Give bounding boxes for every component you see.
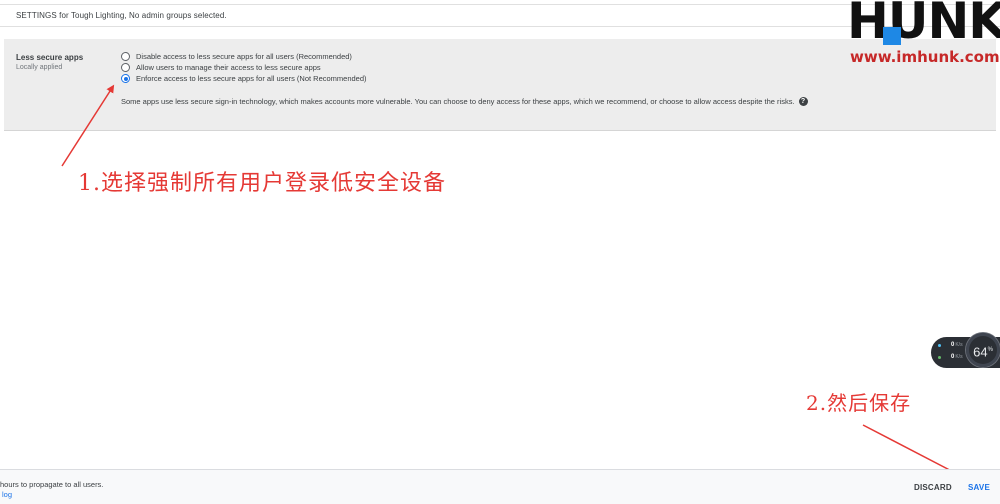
download-arrow-icon xyxy=(938,355,941,359)
logo-accent-block xyxy=(883,27,901,45)
settings-header: SETTINGS for Tough Lighting, No admin gr… xyxy=(16,11,227,20)
upload-arrow-icon xyxy=(938,343,941,347)
option-enforce-access[interactable]: Enforce access to less secure apps for a… xyxy=(121,73,367,84)
save-button[interactable]: SAVE xyxy=(968,483,990,492)
propagation-notice: hours to propagate to all users. xyxy=(0,480,104,489)
memory-usage-gauge[interactable]: 64% xyxy=(966,333,1000,367)
download-speed: 0 K/s xyxy=(938,354,963,360)
setting-subtitle: Locally applied xyxy=(16,64,63,71)
annotation-step-2: 2.然后保存 xyxy=(806,391,912,415)
footer-bar xyxy=(0,470,1000,504)
option-disable-access[interactable]: Disable access to less secure apps for a… xyxy=(121,51,352,62)
option-label: Disable access to less secure apps for a… xyxy=(136,52,352,61)
logo-url: www.imhunk.com xyxy=(850,48,1000,66)
option-label: Allow users to manage their access to le… xyxy=(136,63,321,72)
help-icon[interactable]: ? xyxy=(798,97,808,106)
description-text: Some apps use less secure sign-in techno… xyxy=(121,97,795,106)
gauge-value: 64% xyxy=(973,344,993,360)
radio-icon-unchecked[interactable] xyxy=(121,63,130,72)
hunk-watermark-logo: HUNK www.imhunk.com xyxy=(847,0,1000,68)
radio-icon-checked[interactable] xyxy=(121,74,130,83)
audit-log-link[interactable]: log xyxy=(2,490,12,499)
radio-icon-unchecked[interactable] xyxy=(121,52,130,61)
annotation-step-1: 1.选择强制所有用户登录低安全设备 xyxy=(78,171,446,196)
discard-button[interactable]: DISCARD xyxy=(914,483,952,492)
setting-title: Less secure apps xyxy=(16,53,84,62)
option-allow-users-manage[interactable]: Allow users to manage their access to le… xyxy=(121,62,321,73)
option-label: Enforce access to less secure apps for a… xyxy=(136,74,367,83)
logo-word: HUNK xyxy=(847,0,1000,50)
setting-description: Some apps use less secure sign-in techno… xyxy=(121,97,808,106)
upload-speed: 0 K/s xyxy=(938,342,963,348)
